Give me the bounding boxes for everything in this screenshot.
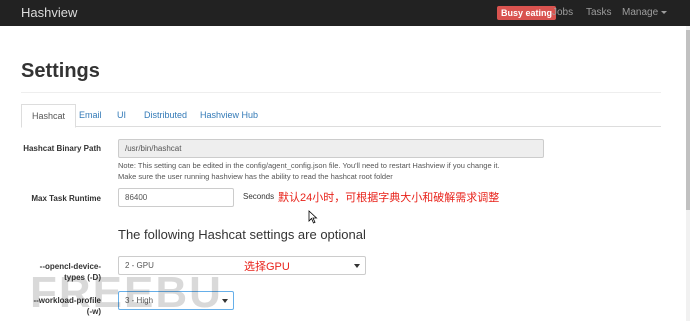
top-navbar: Hashview Busy eating Jobs Tasks Manage — [0, 0, 690, 26]
nav-tasks[interactable]: Tasks — [586, 7, 612, 18]
tab-ui[interactable]: UI — [117, 104, 126, 127]
tab-email[interactable]: Email — [79, 104, 102, 127]
page-title: Settings — [21, 60, 100, 82]
nav-jobs[interactable]: Jobs — [552, 7, 573, 18]
nav-manage[interactable]: Manage — [622, 7, 668, 18]
tab-hashview-hub[interactable]: Hashview Hub — [200, 104, 258, 127]
runtime-annotation: 默认24小时，可根据字典大小和破解需求调整 — [278, 192, 500, 204]
binary-path-help-1: Note: This setting can be edited in the … — [118, 161, 500, 170]
tab-hashcat[interactable]: Hashcat — [21, 104, 77, 128]
optional-settings-heading: The following Hashcat settings are optio… — [118, 227, 366, 242]
gpu-annotation: 选择GPU — [244, 261, 290, 273]
chevron-down-icon — [222, 299, 228, 303]
chevron-down-icon — [354, 264, 360, 268]
binary-path-label: Hashcat Binary Path — [23, 144, 101, 153]
settings-tabs: Hashcat Email UI Distributed Hashview Hu… — [21, 104, 661, 128]
max-runtime-input[interactable]: 86400 — [118, 188, 234, 207]
max-runtime-unit: Seconds — [243, 192, 275, 201]
binary-path-help-2: Make sure the user running hashview has … — [118, 172, 393, 181]
brand-link[interactable]: Hashview — [21, 5, 77, 20]
title-divider — [21, 92, 661, 93]
binary-path-input[interactable]: /usr/bin/hashcat — [118, 139, 544, 158]
mouse-cursor-icon — [308, 210, 318, 224]
scrollbar-thumb[interactable] — [686, 30, 690, 210]
freebuf-watermark-logo: FREEBUF — [30, 268, 220, 317]
tab-distributed[interactable]: Distributed — [144, 104, 187, 127]
status-badge: Busy eating — [497, 6, 557, 20]
caret-down-icon — [661, 10, 668, 14]
nav-manage-label: Manage — [622, 7, 659, 18]
watermark-text: FREEBUF — [30, 268, 220, 317]
max-runtime-label: Max Task Runtime — [31, 194, 101, 203]
